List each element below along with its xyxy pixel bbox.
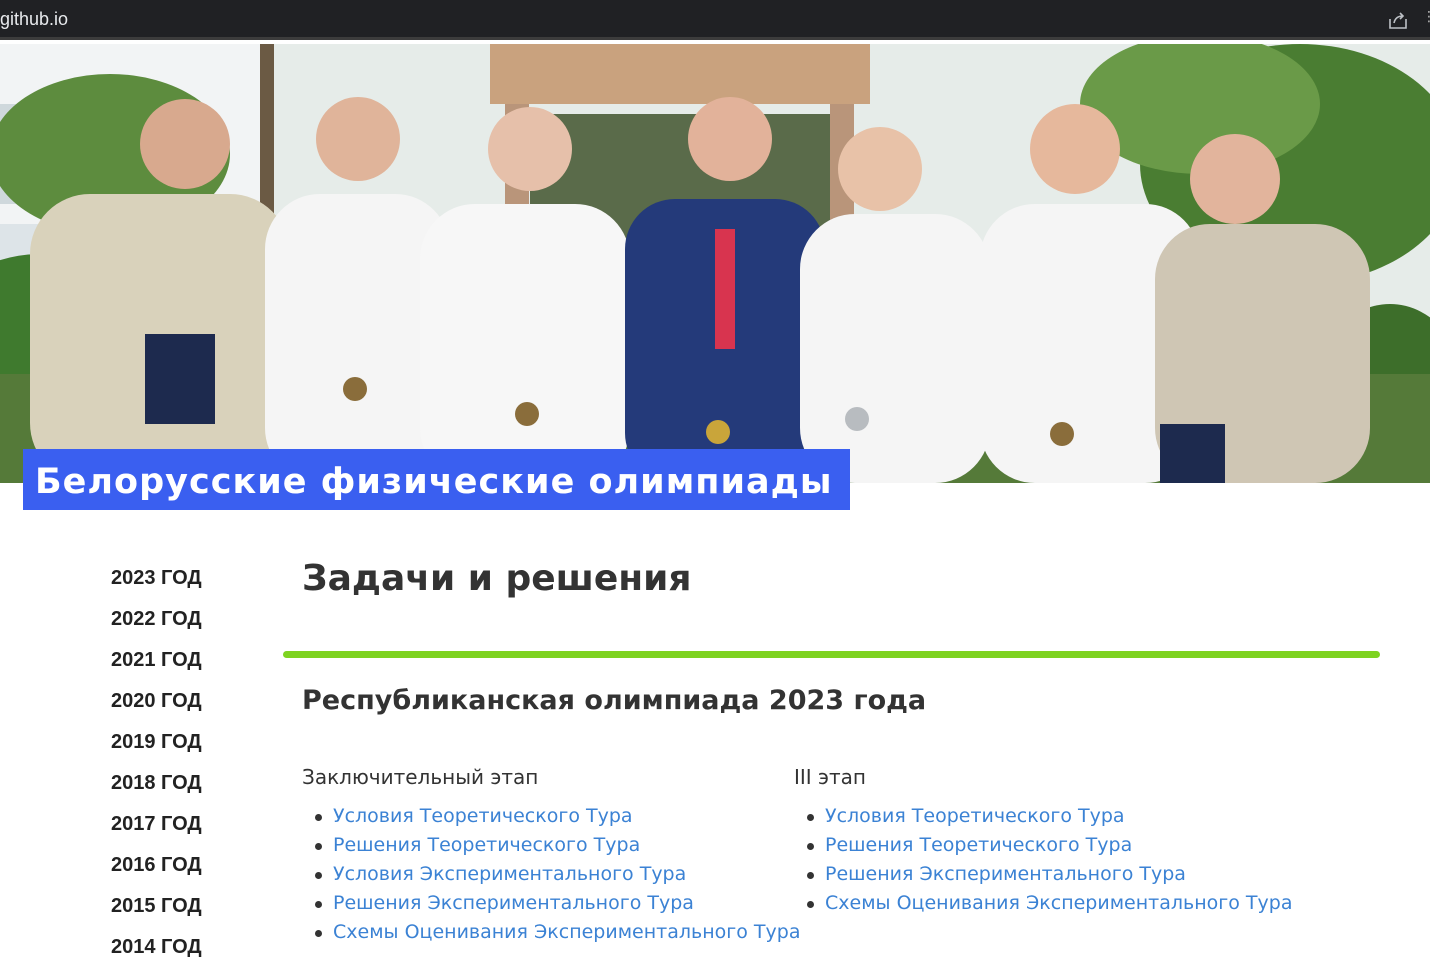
bullet-icon	[807, 814, 814, 821]
doc-link[interactable]: Решения Экспериментального Тура	[825, 863, 1186, 885]
bullet-icon	[315, 901, 322, 908]
year-link-2018[interactable]: 2018 ГОД	[111, 771, 261, 812]
bullet-icon	[315, 930, 322, 937]
list-item: Условия Теоретического Тура	[794, 805, 1292, 834]
page-title: Задачи и решения	[302, 558, 692, 599]
doc-link[interactable]: Условия Теоретического Тура	[825, 805, 1125, 827]
year-link-2020[interactable]: 2020 ГОД	[111, 689, 261, 730]
list-item: Решения Теоретического Тура	[794, 834, 1292, 863]
hero-photo	[0, 44, 1430, 483]
doc-link[interactable]: Решения Экспериментального Тура	[333, 892, 694, 914]
year-link-2022[interactable]: 2022 ГОД	[111, 607, 261, 648]
doc-link[interactable]: Решения Теоретического Тура	[333, 834, 640, 856]
link-list: Условия Теоретического Тура Решения Теор…	[794, 805, 1292, 921]
year-link-2015[interactable]: 2015 ГОД	[111, 894, 261, 935]
year-link-2019[interactable]: 2019 ГОД	[111, 730, 261, 771]
bullet-icon	[315, 872, 322, 879]
list-item: Условия Теоретического Тура	[302, 805, 800, 834]
year-sidebar: 2023 ГОД 2022 ГОД 2021 ГОД 2020 ГОД 2019…	[111, 566, 261, 962]
url-text[interactable]: github.io	[0, 9, 68, 30]
bullet-icon	[807, 872, 814, 879]
site-title: Белорусские физические олимпиады	[35, 462, 833, 502]
year-link-2017[interactable]: 2017 ГОД	[111, 812, 261, 853]
list-item: Схемы Оценивания Экспериментального Тура	[794, 892, 1292, 921]
column-heading: Заключительный этап	[302, 765, 539, 789]
year-link-2023[interactable]: 2023 ГОД	[111, 566, 261, 607]
bullet-icon	[315, 843, 322, 850]
year-link-2014[interactable]: 2014 ГОД	[111, 935, 261, 962]
doc-link[interactable]: Схемы Оценивания Экспериментального Тура	[825, 892, 1292, 914]
more-icon[interactable]: ⋮	[1422, 9, 1430, 31]
link-list: Условия Теоретического Тура Решения Теор…	[302, 805, 800, 950]
list-item: Схемы Оценивания Экспериментального Тура	[302, 921, 800, 950]
final-stage-column: Заключительный этап Условия Теоретическо…	[302, 765, 800, 950]
list-item: Решения Экспериментального Тура	[302, 892, 800, 921]
year-link-2016[interactable]: 2016 ГОД	[111, 853, 261, 894]
column-heading: III этап	[794, 765, 867, 789]
bullet-icon	[315, 814, 322, 821]
doc-link[interactable]: Решения Теоретического Тура	[825, 834, 1132, 856]
year-link-2021[interactable]: 2021 ГОД	[111, 648, 261, 689]
list-item: Условия Экспериментального Тура	[302, 863, 800, 892]
third-stage-column: III этап Условия Теоретического Тура Реш…	[794, 765, 1292, 921]
doc-link[interactable]: Условия Экспериментального Тура	[333, 863, 686, 885]
doc-link[interactable]: Условия Теоретического Тура	[333, 805, 633, 827]
section-divider	[283, 651, 1380, 658]
doc-link[interactable]: Схемы Оценивания Экспериментального Тура	[333, 921, 800, 943]
list-item: Решения Теоретического Тура	[302, 834, 800, 863]
browser-address-bar: github.io ⋮	[0, 0, 1430, 40]
share-icon[interactable]	[1387, 9, 1409, 31]
bullet-icon	[807, 843, 814, 850]
site-title-banner: Белорусские физические олимпиады	[23, 449, 850, 510]
bullet-icon	[807, 901, 814, 908]
list-item: Решения Экспериментального Тура	[794, 863, 1292, 892]
section-title: Республиканская олимпиада 2023 года	[302, 685, 927, 716]
